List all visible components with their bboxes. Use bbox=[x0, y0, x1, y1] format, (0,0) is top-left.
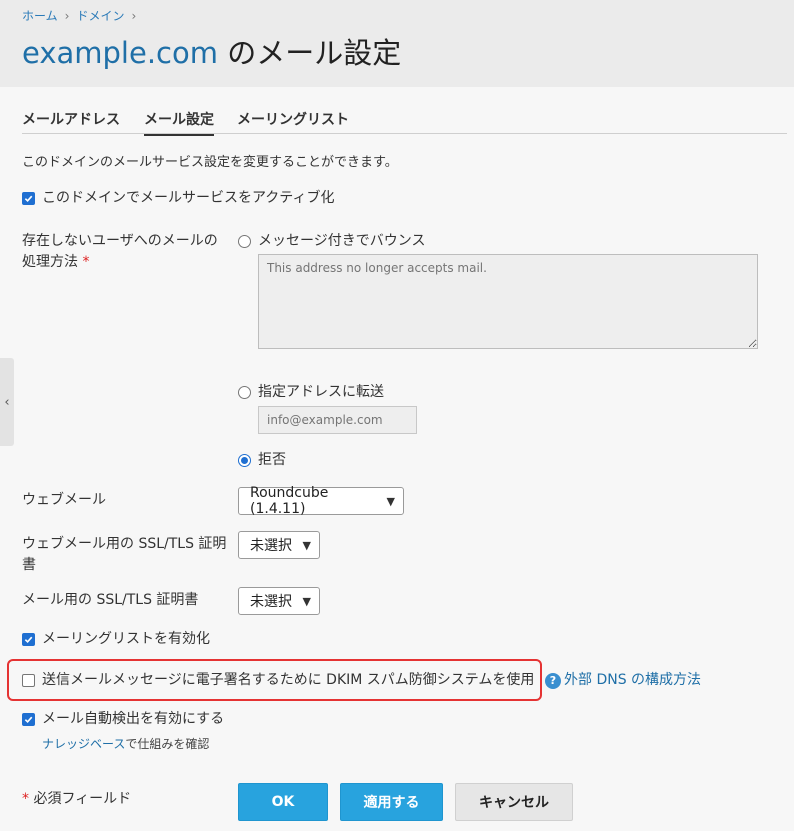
webmail-ssl-label: ウェブメール用の SSL/TLS 証明 書 bbox=[22, 534, 226, 576]
webmail-ssl-label-line2: 書 bbox=[22, 557, 36, 573]
apply-button[interactable]: 適用する bbox=[340, 783, 443, 821]
required-mark: * bbox=[82, 254, 90, 270]
mail-ssl-label: メール用の SSL/TLS 証明書 bbox=[22, 592, 199, 608]
mailing-list-row[interactable]: メーリングリストを有効化 bbox=[22, 629, 210, 650]
webmail-select-value: Roundcube (1.4.11) bbox=[250, 485, 329, 517]
external-dns-help-link[interactable]: 外部 DNS の構成方法 bbox=[564, 670, 701, 691]
tab-mailing-lists[interactable]: メーリングリスト bbox=[237, 109, 349, 134]
breadcrumb-separator: › bbox=[131, 9, 137, 23]
page-title-suffix: のメール設定 bbox=[217, 36, 402, 70]
webmail-ssl-label-line1: ウェブメール用の SSL/TLS 証明 bbox=[22, 536, 227, 552]
reject-label: 拒否 bbox=[258, 452, 286, 468]
webmail-ssl-select[interactable]: 未選択 ▼ bbox=[238, 531, 320, 559]
mail-ssl-select-value: 未選択 bbox=[250, 594, 292, 610]
autodiscover-hint: ナレッジベースで仕組みを確認 bbox=[42, 735, 209, 752]
nonexistent-user-label: 存在しないユーザへのメールの 処理方法 * bbox=[22, 231, 218, 273]
question-circle-icon: ? bbox=[545, 672, 561, 689]
chevron-down-icon: ▼ bbox=[302, 538, 311, 552]
autodiscover-label: メール自動検出を有効にする bbox=[42, 711, 225, 727]
bounce-message-textarea[interactable] bbox=[258, 254, 758, 349]
bounce-label: メッセージ付きでバウンス bbox=[258, 233, 426, 249]
dkim-checkbox[interactable] bbox=[22, 674, 35, 687]
nonexistent-user-label-line2: 処理方法 bbox=[22, 254, 78, 270]
autodiscover-row[interactable]: メール自動検出を有効にする bbox=[22, 709, 224, 730]
forward-address-input[interactable] bbox=[258, 406, 417, 434]
page-title: example.com のメール設定 bbox=[22, 30, 401, 72]
forward-option[interactable]: 指定アドレスに転送 bbox=[238, 382, 384, 403]
reject-option[interactable]: 拒否 bbox=[238, 450, 286, 471]
mailing-list-checkbox[interactable] bbox=[22, 633, 35, 646]
tab-mail-addresses[interactable]: メールアドレス bbox=[22, 109, 120, 134]
required-note-text: 必須フィールド bbox=[29, 791, 132, 807]
activate-mail-row[interactable]: このドメインでメールサービスをアクティブ化 bbox=[22, 188, 334, 209]
tab-bar: メールアドレス メール設定 メーリングリスト bbox=[22, 106, 787, 136]
webmail-label: ウェブメール bbox=[22, 492, 106, 508]
mail-ssl-select[interactable]: 未選択 ▼ bbox=[238, 587, 320, 615]
chevron-down-icon: ▼ bbox=[386, 494, 395, 508]
bounce-option[interactable]: メッセージ付きでバウンス bbox=[238, 231, 425, 252]
autodiscover-checkbox[interactable] bbox=[22, 713, 35, 726]
knowledge-base-link[interactable]: ナレッジベース bbox=[42, 737, 125, 751]
breadcrumb-separator: › bbox=[64, 9, 70, 23]
dkim-help[interactable]: ? 外部 DNS の構成方法 bbox=[545, 670, 701, 691]
breadcrumb: ホーム › ドメイン › bbox=[22, 7, 143, 24]
required-note-mark: * bbox=[22, 791, 29, 807]
reject-radio[interactable] bbox=[238, 454, 251, 467]
webmail-ssl-select-value: 未選択 bbox=[250, 538, 292, 554]
forward-radio[interactable] bbox=[238, 386, 251, 399]
chevron-down-icon: ▼ bbox=[302, 594, 311, 608]
page-header: ホーム › ドメイン › example.com のメール設定 bbox=[0, 0, 794, 87]
mailing-list-label: メーリングリストを有効化 bbox=[42, 631, 210, 647]
sidebar-toggle[interactable]: ‹ bbox=[0, 358, 14, 446]
webmail-select[interactable]: Roundcube (1.4.11) ▼ bbox=[238, 485, 404, 517]
breadcrumb-home[interactable]: ホーム bbox=[22, 9, 58, 23]
activate-mail-label: このドメインでメールサービスをアクティブ化 bbox=[42, 190, 335, 206]
activate-mail-checkbox[interactable] bbox=[22, 192, 35, 205]
bounce-radio[interactable] bbox=[238, 235, 251, 248]
knowledge-base-suffix: で仕組みを確認 bbox=[125, 737, 210, 751]
page-description: このドメインのメールサービス設定を変更することができます。 bbox=[22, 155, 398, 170]
ok-button[interactable]: OK bbox=[238, 783, 328, 821]
breadcrumb-domains[interactable]: ドメイン bbox=[76, 9, 124, 23]
dkim-label: 送信メールメッセージに電子署名するために DKIM スパム防御システムを使用 bbox=[42, 672, 535, 688]
chevron-left-icon: ‹ bbox=[4, 394, 10, 410]
dkim-row[interactable]: 送信メールメッセージに電子署名するために DKIM スパム防御システムを使用 bbox=[22, 670, 534, 691]
nonexistent-user-label-line1: 存在しないユーザへのメールの bbox=[22, 233, 218, 249]
page-title-domain: example.com bbox=[22, 36, 218, 70]
required-fields-note: * 必須フィールド bbox=[22, 788, 131, 808]
cancel-button[interactable]: キャンセル bbox=[455, 783, 573, 821]
tab-mail-settings[interactable]: メール設定 bbox=[144, 109, 214, 136]
forward-label: 指定アドレスに転送 bbox=[258, 384, 384, 400]
